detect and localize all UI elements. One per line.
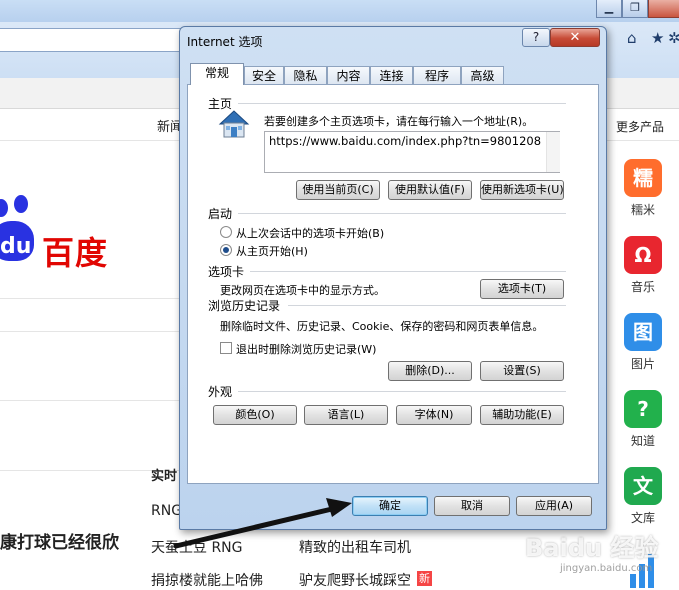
languages-button[interactable]: 语言(L) <box>304 405 388 425</box>
cancel-button[interactable]: 取消 <box>434 496 510 516</box>
radio-label[interactable]: 从主页开始(H) <box>236 243 308 259</box>
hot-item[interactable]: RNG <box>151 503 182 519</box>
startup-heading: 启动 <box>208 207 233 221</box>
logo-du-text: du <box>0 234 32 259</box>
tabs-settings-button[interactable]: 选项卡(T) <box>480 279 564 299</box>
gear-icon[interactable]: ✲ <box>668 30 679 46</box>
divider <box>605 140 679 141</box>
more-products-link[interactable]: 更多产品 <box>616 118 664 135</box>
apply-button[interactable]: 应用(A) <box>516 496 592 516</box>
colors-button[interactable]: 颜色(O) <box>213 405 297 425</box>
dialog-title: Internet 选项 <box>187 35 263 49</box>
image-app-icon[interactable]: 图 <box>624 313 662 351</box>
divider <box>0 140 180 141</box>
tab-programs[interactable]: 程序 <box>413 66 461 84</box>
startup-last-session-radio[interactable] <box>220 226 232 238</box>
history-description: 删除临时文件、历史记录、Cookie、保存的密码和网页表单信息。 <box>220 320 544 333</box>
close-button[interactable]: ✕ <box>550 28 600 47</box>
radio-label[interactable]: 从上次会话中的选项卡开始(B) <box>236 225 384 241</box>
use-new-tab-button[interactable]: 使用新选项卡(U) <box>480 180 564 200</box>
app-label[interactable]: 知道 <box>618 432 668 449</box>
use-default-button[interactable]: 使用默认值(F) <box>388 180 472 200</box>
browser-titlebar <box>0 0 679 22</box>
zhidao-app-icon[interactable]: ? <box>624 390 662 428</box>
tab-general[interactable]: 常规 <box>190 63 244 85</box>
house-icon <box>218 109 250 139</box>
app-label[interactable]: 图片 <box>618 355 668 372</box>
news-headline[interactable]: 康打球已经很欣 <box>0 528 119 553</box>
tab-content[interactable]: 内容 <box>327 66 370 84</box>
nuomi-app-icon[interactable]: 糯 <box>624 159 662 197</box>
new-badge: 新 <box>417 571 432 586</box>
logo-text: 百度 <box>42 234 109 272</box>
group-divider <box>250 271 566 272</box>
watermark: Baidu 经验 <box>525 534 659 562</box>
restore-button[interactable]: ❐ <box>622 0 648 18</box>
hot-item[interactable]: 精致的出租车司机 <box>299 537 411 557</box>
address-field[interactable] <box>0 28 183 52</box>
help-button[interactable]: ? <box>522 28 550 47</box>
watermark-url: jingyan.baidu.com <box>560 563 653 574</box>
homepage-url-textarea[interactable]: https://www.baidu.com/index.php?tn=98012… <box>264 131 560 173</box>
internet-options-dialog: Internet 选项 ? ✕ 常规 安全 隐私 内容 连接 程序 高级 主页 … <box>179 26 607 530</box>
tab-privacy[interactable]: 隐私 <box>284 66 327 84</box>
wenku-app-icon[interactable]: 文 <box>624 467 662 505</box>
history-settings-button[interactable]: 设置(S) <box>480 361 564 381</box>
delete-history-button[interactable]: 删除(D)... <box>388 361 472 381</box>
tabs-heading: 选项卡 <box>208 265 245 279</box>
music-app-icon[interactable]: Ω <box>624 236 662 274</box>
fonts-button[interactable]: 字体(N) <box>396 405 472 425</box>
ok-button[interactable]: 确定 <box>352 496 428 516</box>
tabs-description: 更改网页在选项卡中的显示方式。 <box>220 284 385 297</box>
startup-homepage-radio[interactable] <box>220 244 232 256</box>
group-divider <box>238 391 566 392</box>
app-label[interactable]: 文库 <box>618 509 668 526</box>
hot-item[interactable]: 捐掠楼就能上哈佛 <box>151 570 263 590</box>
divider <box>0 400 180 401</box>
group-divider <box>238 103 566 104</box>
divider <box>0 298 180 299</box>
history-heading: 浏览历史记录 <box>208 299 281 313</box>
minimize-button[interactable]: ▁ <box>596 0 622 18</box>
accessibility-button[interactable]: 辅助功能(E) <box>480 405 564 425</box>
appearance-heading: 外观 <box>208 385 233 399</box>
tab-strip: 常规 安全 隐私 内容 连接 程序 高级 <box>187 63 599 85</box>
app-label[interactable]: 音乐 <box>618 278 668 295</box>
hot-list-title: 实时 <box>151 469 178 484</box>
hot-item[interactable]: 驴友爬野长城踩空 <box>299 570 411 590</box>
tab-connections[interactable]: 连接 <box>370 66 413 84</box>
textarea-scrollbar[interactable] <box>546 132 560 172</box>
tab-advanced[interactable]: 高级 <box>461 66 504 84</box>
home-icon[interactable]: ⌂ <box>627 30 643 46</box>
homepage-description: 若要创建多个主页选项卡，请在每行输入一个地址(R)。 <box>264 115 534 128</box>
divider <box>0 331 180 332</box>
delete-on-exit-checkbox[interactable] <box>220 342 232 354</box>
tab-security[interactable]: 安全 <box>244 66 284 84</box>
app-label[interactable]: 糯米 <box>618 201 668 218</box>
hot-item[interactable]: 天蚕土豆 RNG <box>151 537 243 557</box>
browser-close-button[interactable] <box>648 0 679 18</box>
star-icon[interactable]: ★ <box>651 30 667 46</box>
group-divider <box>288 305 566 306</box>
group-divider <box>238 213 566 214</box>
use-current-button[interactable]: 使用当前页(C) <box>296 180 380 200</box>
checkbox-label[interactable]: 退出时删除浏览历史记录(W) <box>236 341 376 357</box>
